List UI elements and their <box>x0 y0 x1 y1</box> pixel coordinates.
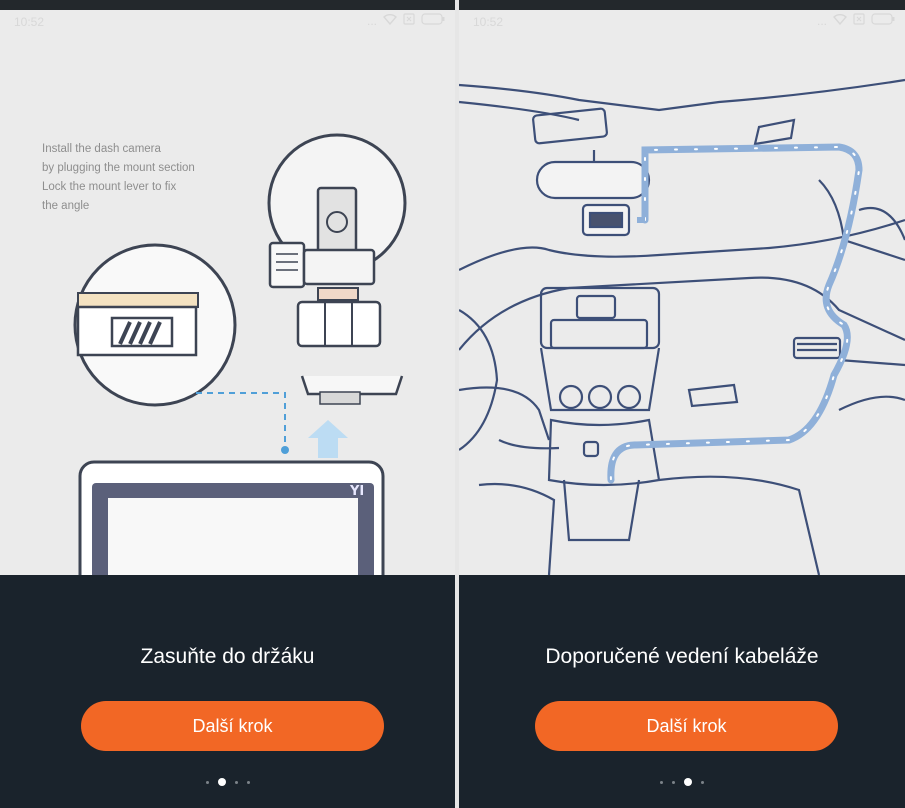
page-indicator <box>0 778 455 786</box>
instruction-line: the angle <box>42 200 90 212</box>
sim-icon <box>403 13 415 28</box>
page-indicator <box>459 778 905 786</box>
page-dot <box>205 780 209 784</box>
signal-dots-icon: ... <box>816 13 827 28</box>
wifi-icon <box>833 13 847 28</box>
status-time: 10:52 <box>14 15 45 29</box>
bottom-sheet: Doporučené vedení kabeláže Další krok <box>459 575 905 808</box>
instruction-line: Install the dash camera <box>42 143 161 155</box>
screen-mount-instructions: Install the dash camera by plugging the … <box>0 0 455 808</box>
top-strip <box>459 0 905 10</box>
top-strip <box>0 0 455 10</box>
signal-dots-icon: ... <box>366 13 377 28</box>
step-title: Doporučené vedení kabeláže <box>545 645 819 668</box>
instruction-line: Lock the mount lever to fix <box>42 181 177 193</box>
page-dot-active <box>684 778 692 786</box>
wifi-icon <box>383 13 397 28</box>
mount-illustration: Install the dash camera by plugging the … <box>0 10 455 575</box>
bottom-sheet: Zasuňte do držáku Další krok <box>0 575 455 808</box>
sim-icon <box>853 13 865 28</box>
page-dot <box>246 780 250 784</box>
next-step-button[interactable]: Další krok <box>81 701 384 751</box>
next-step-button[interactable]: Další krok <box>535 701 838 751</box>
status-time: 10:52 <box>473 15 504 29</box>
mount-diagram <box>73 133 407 575</box>
page-dot <box>660 780 663 784</box>
page-dot <box>234 780 238 784</box>
page-dot-active <box>217 778 226 786</box>
status-bar: 10:52 ... <box>0 10 455 36</box>
screen-cable-routing: 10:52 ... Doporučené vedení kabeláže Dal… <box>459 0 905 808</box>
instruction-line: by plugging the mount section <box>42 162 195 174</box>
step-title: Zasuňte do držáku <box>140 645 315 668</box>
mount-instructions: Install the dash camera by plugging the … <box>42 140 195 216</box>
battery-icon <box>871 13 895 28</box>
camera-brand-logo: YI <box>350 484 365 499</box>
page-dot <box>701 780 704 784</box>
battery-icon <box>421 13 445 28</box>
car-interior-illustration <box>459 10 905 575</box>
status-bar: 10:52 ... <box>459 10 905 36</box>
page-dot <box>672 780 675 784</box>
cable-routing-diagram <box>459 78 905 575</box>
